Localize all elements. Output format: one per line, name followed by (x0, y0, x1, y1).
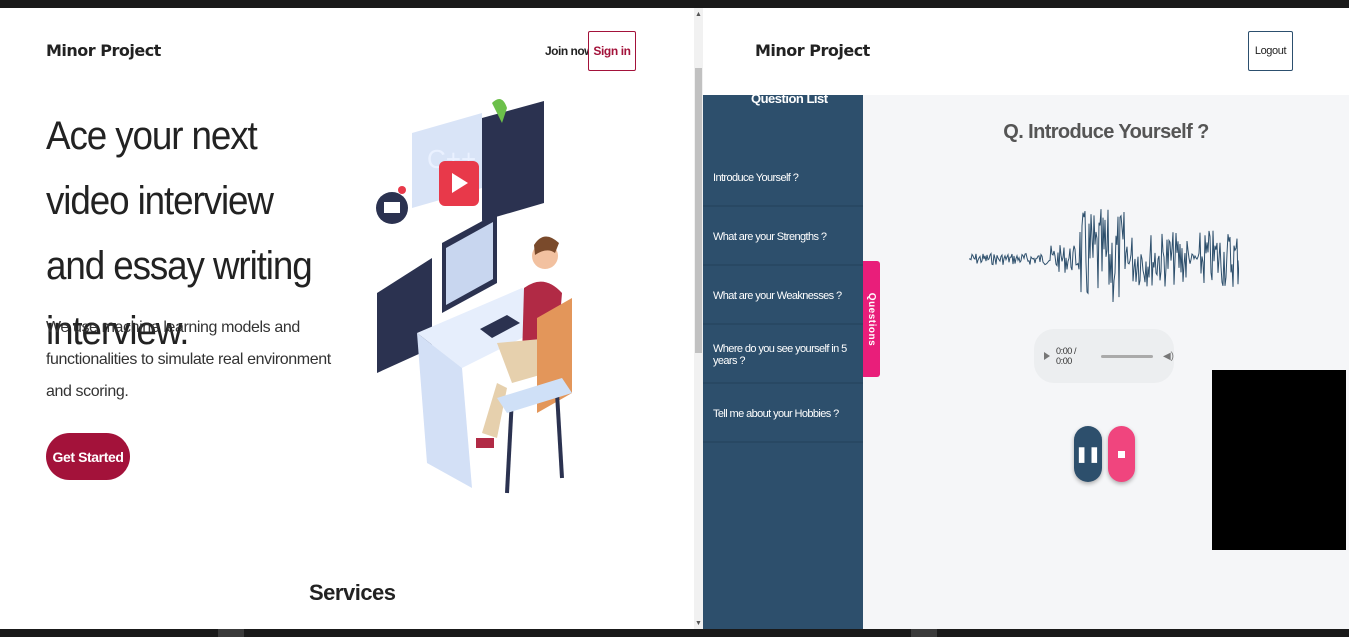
taskbar-tab (218, 629, 244, 637)
scroll-down-icon[interactable]: ▼ (695, 620, 702, 627)
window-top-strip (0, 0, 1349, 8)
play-icon[interactable] (1044, 352, 1050, 360)
pause-button[interactable]: ❚❚ (1074, 426, 1102, 482)
questions-toggle-tab[interactable]: Questions (863, 261, 880, 377)
person-shin (482, 383, 507, 438)
scroll-up-icon[interactable]: ▲ (695, 11, 702, 18)
services-heading: Services (309, 580, 396, 605)
brand-logo[interactable]: Minor Project (46, 41, 161, 60)
question-item-strengths[interactable]: What are your Strengths ? (703, 209, 863, 266)
audio-progress-bar[interactable] (1100, 354, 1153, 358)
hero-description: We use machine learning models and funct… (46, 319, 331, 400)
sidebar-title: Question List (751, 91, 828, 106)
question-list-sidebar: Question List Introduce Yourself ? What … (703, 91, 863, 629)
audio-time: 0:00 / 0:00 (1056, 346, 1077, 366)
taskbar-tab (911, 629, 937, 637)
questions-toggle-label: Questions (866, 292, 877, 346)
current-question: Q. Introduce Yourself ? (1003, 121, 1209, 143)
chair-leg (555, 392, 564, 479)
mail-icon (384, 202, 400, 213)
join-now-link[interactable]: Join now (545, 44, 594, 58)
stop-button[interactable] (1108, 426, 1135, 482)
code-panel-right (482, 101, 544, 221)
sign-in-button[interactable]: Sign in (588, 31, 636, 71)
pause-icon: ❚❚ (1075, 446, 1101, 463)
question-item-intro[interactable]: Introduce Yourself ? (703, 150, 863, 207)
get-started-button[interactable]: Get Started (46, 433, 130, 480)
webcam-preview (1212, 370, 1346, 550)
question-item-five-years[interactable]: Where do you see yourself in 5 years ? (703, 327, 863, 384)
audio-waveform (969, 209, 1239, 303)
scrollbar-thumb[interactable] (695, 68, 702, 353)
brand-logo[interactable]: Minor Project (755, 41, 870, 60)
hero-illustration: C++ (376, 99, 572, 494)
person-shoe (476, 438, 494, 448)
window-bottom-strip (0, 629, 1349, 637)
chair-seat (497, 378, 572, 413)
logout-button[interactable]: Logout (1248, 31, 1293, 71)
landing-page-window: Minor Project Join now Sign in Ace your … (0, 8, 694, 629)
notification-dot (398, 186, 406, 194)
question-item-weaknesses[interactable]: What are your Weaknesses ? (703, 268, 863, 325)
audio-player[interactable]: 0:00 / 0:00 ◀) (1034, 329, 1174, 383)
vertical-scrollbar[interactable]: ▲ ▼ (694, 8, 703, 629)
question-item-hobbies[interactable]: Tell me about your Hobbies ? (703, 386, 863, 443)
stop-icon (1118, 450, 1125, 458)
volume-icon[interactable]: ◀) (1163, 351, 1174, 362)
interview-page-window: Minor Project Logout Question List Intro… (703, 8, 1349, 629)
